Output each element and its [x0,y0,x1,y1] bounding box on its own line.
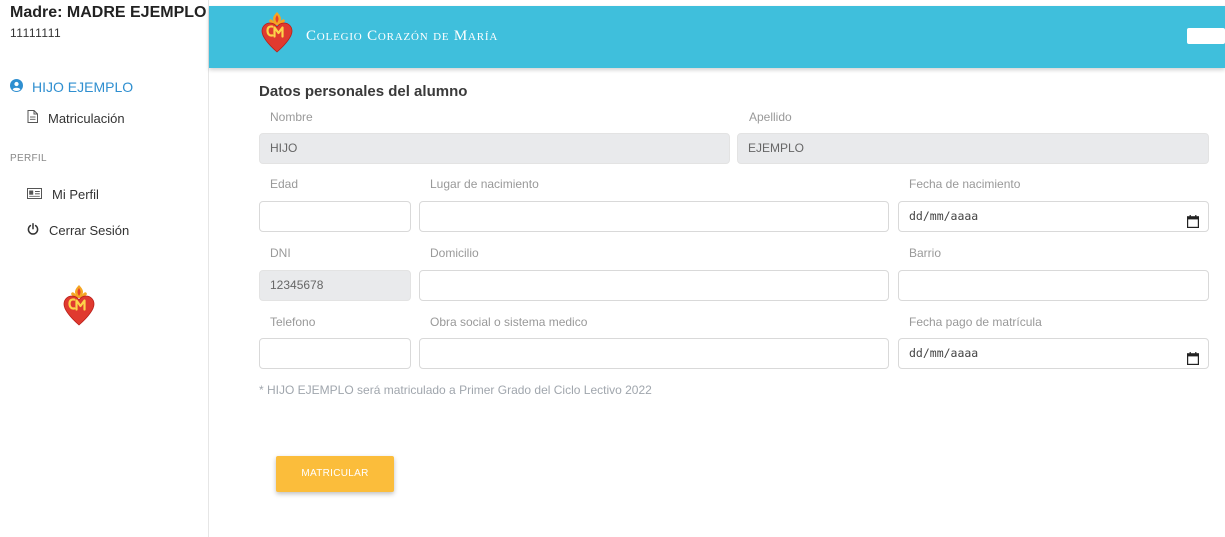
sidebar-item-child[interactable]: HIJO EJEMPLO [10,79,133,95]
lugar-nacimiento-field[interactable] [419,201,889,232]
sidebar-item-enrollment-label: Matriculación [48,110,125,126]
sidebar-item-my-profile[interactable]: Mi Perfil [27,187,99,202]
sidebar-item-enrollment[interactable]: Matriculación [27,110,125,126]
school-heart-logo [62,283,96,332]
sidebar: Madre: MADRE EJEMPLO 11111111 HIJO EJEMP… [0,0,209,537]
telefono-field[interactable] [259,338,411,369]
calendar-icon[interactable] [1187,347,1200,376]
user-id: 11111111 [10,26,62,40]
fecha-nacimiento-field[interactable]: dd/mm/aaaa [898,201,1209,232]
sidebar-item-my-profile-label: Mi Perfil [52,187,99,202]
label-nombre: Nombre [270,110,313,124]
obra-social-field[interactable] [419,338,889,369]
section-label-profile: PERFIL [10,153,47,164]
label-fecha-nacimiento: Fecha de nacimiento [909,177,1021,191]
sidebar-item-child-label: HIJO EJEMPLO [32,79,134,95]
label-fecha-pago: Fecha pago de matrícula [909,315,1042,329]
enrollment-note: * HIJO EJEMPLO será matriculado a Primer… [259,383,652,397]
sidebar-item-logout-label: Cerrar Sesión [49,223,130,238]
label-edad: Edad [270,177,299,191]
label-domicilio: Domicilio [430,246,479,260]
sidebar-item-logout[interactable]: Cerrar Sesión [27,223,129,238]
apellido-field[interactable]: EJEMPLO [737,133,1209,164]
header-user-box[interactable] [1187,28,1225,44]
id-card-icon [27,187,42,202]
label-barrio: Barrio [909,246,942,260]
fecha-pago-value: dd/mm/aaaa [909,346,979,360]
user-name: Madre: MADRE EJEMPLO [10,4,207,21]
label-dni: DNI [270,246,291,260]
document-icon [27,110,38,126]
fecha-pago-field[interactable]: dd/mm/aaaa [898,338,1209,369]
barrio-field[interactable] [898,270,1209,301]
power-icon [27,223,39,238]
calendar-icon[interactable] [1187,210,1200,239]
matricular-button[interactable]: MATRICULAR [276,456,394,492]
user-circle-icon [10,79,23,95]
form-title: Datos personales del alumno [259,83,468,100]
school-name: Colegio Corazón de María [306,28,499,44]
nombre-field[interactable]: HIJO [259,133,730,164]
header-school-logo-icon [260,10,294,59]
label-apellido: Apellido [749,110,792,124]
fecha-nacimiento-value: dd/mm/aaaa [909,209,979,223]
label-lugar-nacimiento: Lugar de nacimiento [430,177,539,191]
top-header: Colegio Corazón de María [209,6,1225,68]
domicilio-field[interactable] [419,270,889,301]
label-obra-social: Obra social o sistema medico [430,315,588,329]
dni-field[interactable]: 12345678 [259,270,411,301]
label-telefono: Telefono [270,315,316,329]
edad-field[interactable] [259,201,411,232]
